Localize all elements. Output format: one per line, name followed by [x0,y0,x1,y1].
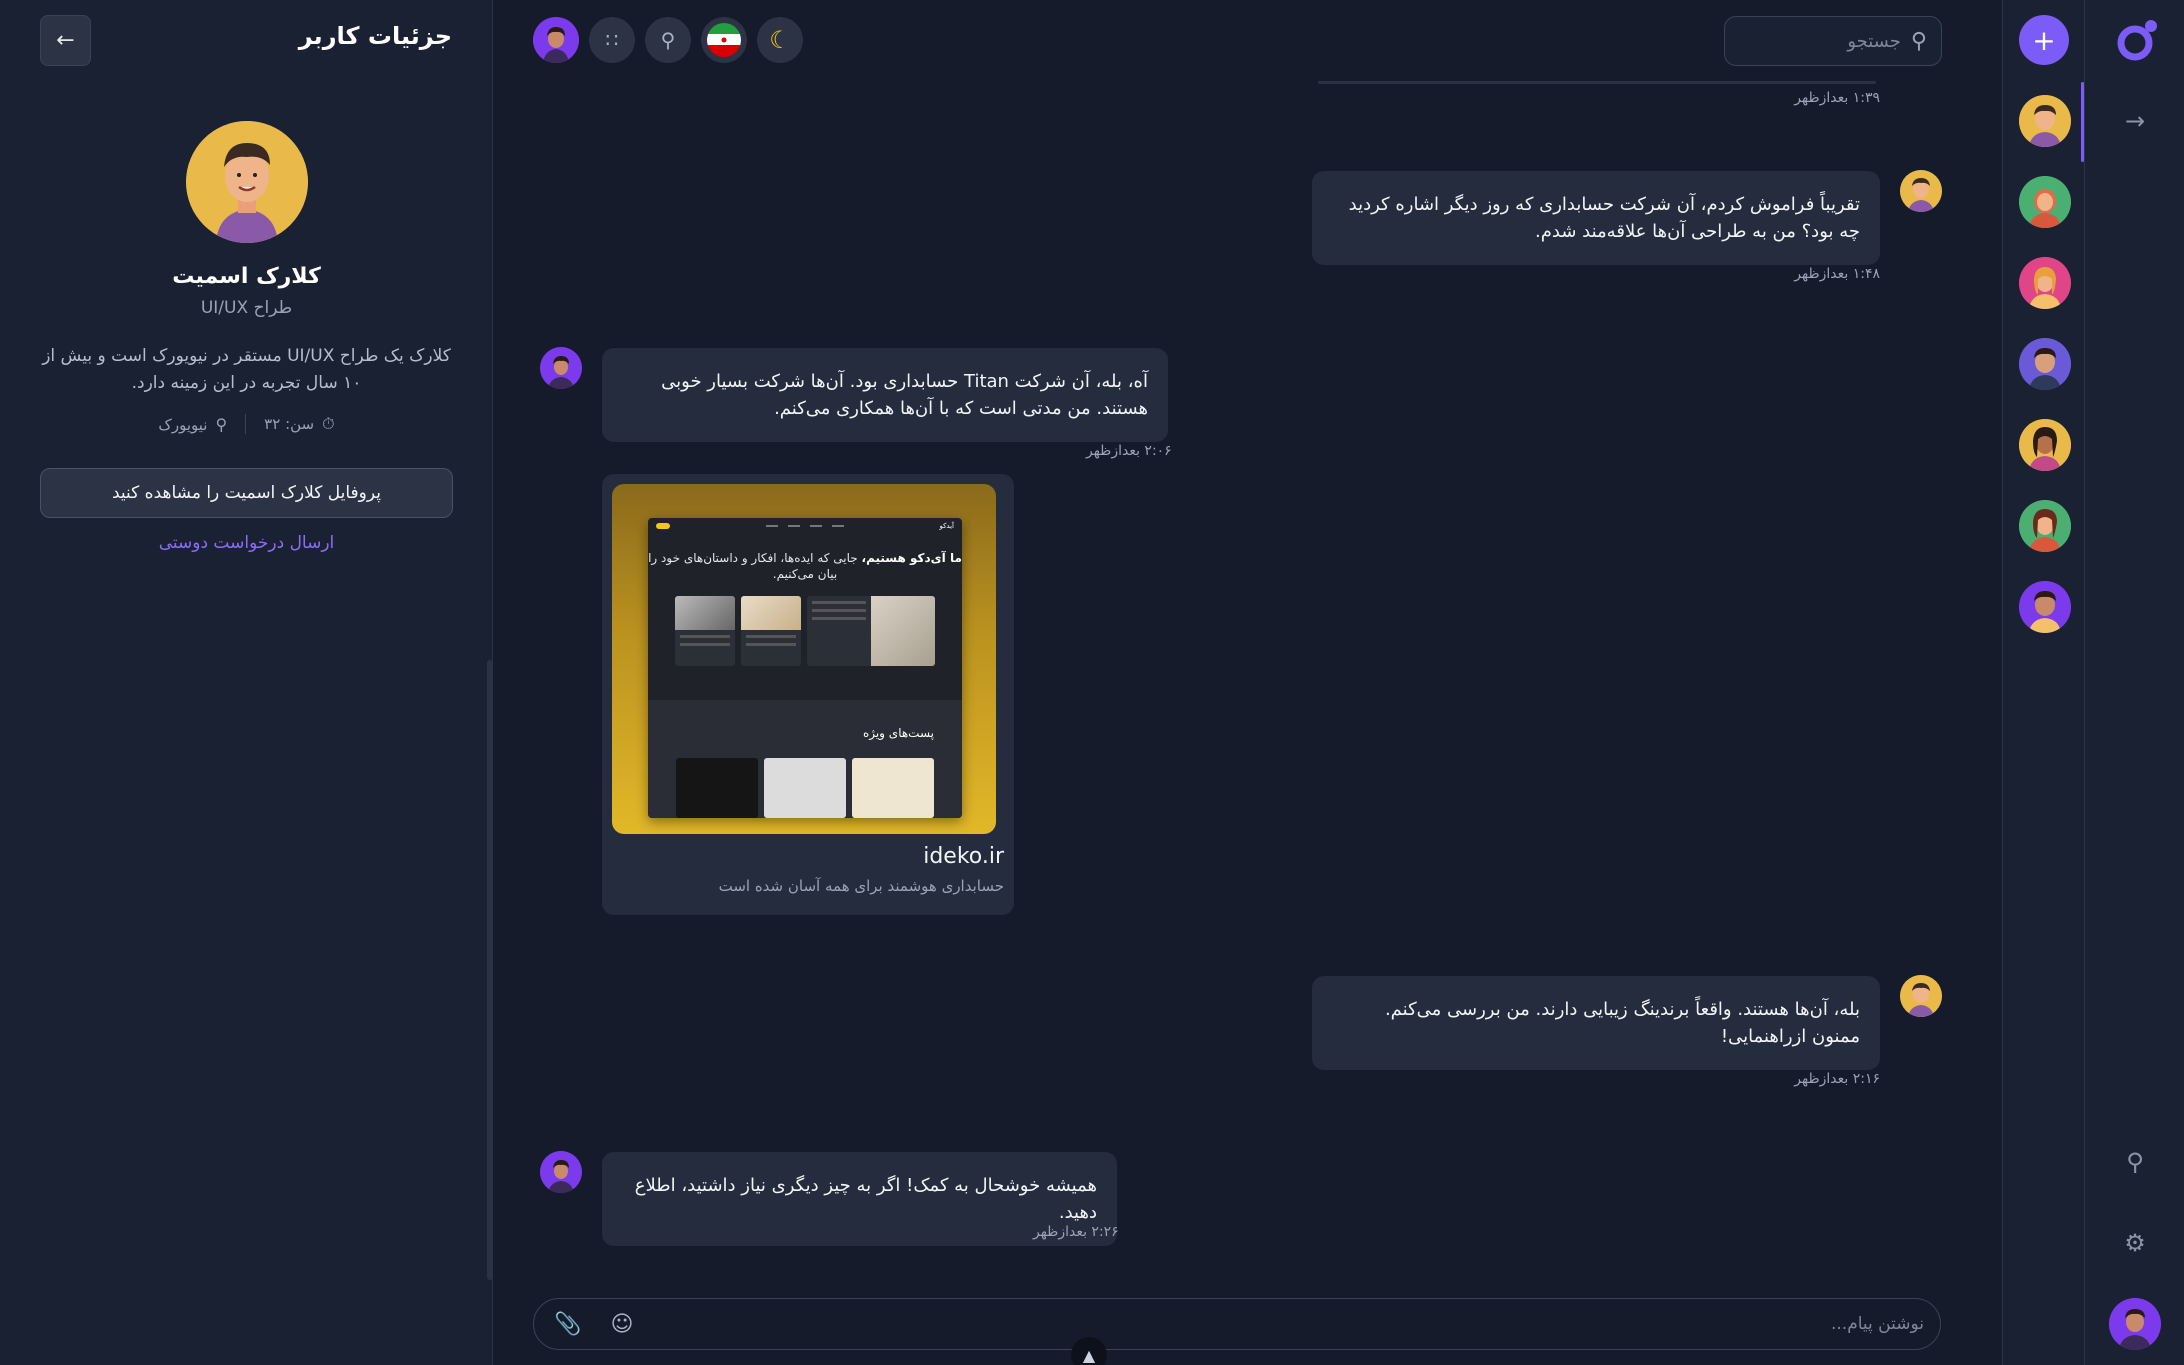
settings-icon: ⚙ [2124,1229,2146,1257]
apps-grid-button[interactable]: ∷ [589,17,635,63]
search-icon: ⚲ [2126,1148,2144,1176]
settings-button[interactable]: ⚙ [2115,1223,2155,1263]
user-details-panel: جزئیات کاربر ← کلارک اسمیت طراح UI/UX کل… [0,0,493,1365]
iran-flag-icon [707,23,741,57]
message-time: ۲:۲۶ بعدازظهر [1033,1224,1119,1240]
chat-area: ∷ ⚲ ☾ ⚲ ۱:۳۹ بعدازظهر تقریباً فراموش کرد… [493,0,1982,1365]
mock-card [675,596,735,666]
website-mockup: آیدکو ما آی‌دکو هستیم، جایی که ایده‌ها، … [648,518,962,818]
message-bubble-sent: بله، آن‌ها هستند. واقعاً برندینگ زیبایی … [1312,976,1880,1070]
link-site[interactable]: ideko.ir [612,844,1004,869]
link-preview-image: آیدکو ما آی‌دکو هستیم، جایی که ایده‌ها، … [612,484,996,834]
search-box[interactable]: ⚲ [1724,16,1942,66]
back-button[interactable]: ← [40,15,91,66]
mock-card [807,596,935,666]
mock-logo: آیدکو [939,522,954,530]
contact-avatar[interactable] [2019,176,2071,228]
logo-icon[interactable] [2114,18,2160,64]
contact-avatar[interactable] [2019,257,2071,309]
theme-toggle-button[interactable]: ☾ [757,17,803,63]
mock-section-title: پست‌های ویژه [862,726,934,740]
view-profile-button[interactable]: پروفایل کلارک اسمیت را مشاهده کنید [40,468,453,518]
mock-cards [648,596,962,666]
arrow-right-icon: → [2124,107,2146,135]
user-avatar-button[interactable] [533,17,579,63]
message-composer[interactable]: 📎 ☺ [533,1298,1941,1350]
mock-card [741,596,801,666]
mock-hero-text: جایی که ایده‌ها، افکار و داستان‌های خود … [648,551,862,581]
current-user-avatar[interactable] [2109,1298,2161,1350]
age-item: ⏱ سن: ۳۲ [264,414,334,434]
mock-nav-links [765,525,844,527]
moon-icon: ☾ [769,26,791,54]
profile-role: طراح UI/UX [200,298,293,318]
timer-icon: ⏱ [322,414,335,433]
plus-icon: + [2032,23,2056,57]
mock-hero-bold: ما آی‌دکو هستیم، [861,551,962,565]
previous-message-edge [1318,81,1876,84]
add-contact-button[interactable]: + [2019,15,2069,65]
message-bubble-sent: تقریباً فراموش کردم، آن شرکت حسابداری که… [1312,171,1880,265]
profile-name: کلارک اسمیت [172,264,321,289]
receiver-avatar [540,1151,582,1193]
message-time: ۱:۳۹ بعدازظهر [1794,90,1880,106]
contact-avatar[interactable] [2019,419,2071,471]
link-preview-card[interactable]: آیدکو ما آی‌دکو هستیم، جایی که ایده‌ها، … [602,474,1014,915]
contact-avatar[interactable] [2019,581,2071,633]
profile-avatar [186,121,308,243]
mock-featured-section: پست‌های ویژه [648,700,962,818]
language-button[interactable] [701,17,747,63]
mock-tile [764,758,846,818]
notifications-button[interactable]: ⚲ [645,17,691,63]
attachment-icon[interactable]: 📎 [550,1306,586,1342]
search-button[interactable]: ⚲ [2115,1142,2155,1182]
icon-rail: → ⚲ ⚙ [2084,0,2184,1365]
profile-bio: کلارک یک طراح UI/UX مستقر در نیویورک است… [42,346,451,393]
link-description: حسابداری هوشمند برای همه آسان شده است [718,877,1004,895]
contact-avatar[interactable] [2019,95,2071,147]
bell-icon: ⚲ [660,28,676,52]
mock-tile [676,758,758,818]
profile-meta: ⏱ سن: ۳۲ ⚲ نیویورک [0,414,493,434]
contact-avatar[interactable] [2019,500,2071,552]
search-input[interactable] [1760,30,1901,52]
send-friend-request-link[interactable]: ارسال درخواست دوستی [0,533,493,553]
message-input[interactable] [640,1314,1924,1334]
message-time: ۱:۴۸ بعدازظهر [1794,266,1880,282]
age-text: سن: ۳۲ [264,415,315,433]
nuxt-devtools-icon[interactable]: ▲ [1071,1337,1107,1365]
sender-avatar [1900,170,1942,212]
meta-divider [245,414,247,434]
topbar-actions: ∷ ⚲ ☾ [533,17,803,63]
receiver-avatar [540,347,582,389]
sender-avatar [1900,975,1942,1017]
expand-button[interactable]: → [2115,101,2155,141]
emoji-icon[interactable]: ☺ [604,1306,640,1342]
message-bubble-received: آه، بله، آن شرکت Titan حسابداری بود. آن‌… [602,348,1168,442]
location-text: نیویورک [158,415,208,434]
details-title: جزئیات کاربر [298,22,452,50]
contacts-column: + [2002,0,2084,1365]
location-pin-icon: ⚲ [215,414,228,434]
message-time: ۲:۰۶ بعدازظهر [1086,443,1172,459]
message-time: ۲:۱۶ بعدازظهر [1794,1071,1880,1087]
location-item: ⚲ نیویورک [158,415,227,434]
arrow-left-icon: ← [56,28,75,53]
mock-navbar: آیدکو [648,518,962,534]
mock-hero: ما آی‌دکو هستیم، جایی که ایده‌ها، افکار … [648,534,962,582]
avatar-icon [533,17,579,63]
mock-button [656,523,670,529]
grid-icon: ∷ [605,28,619,52]
mock-tile [852,758,934,818]
contact-avatar[interactable] [2019,338,2071,390]
search-icon: ⚲ [1910,28,1927,54]
